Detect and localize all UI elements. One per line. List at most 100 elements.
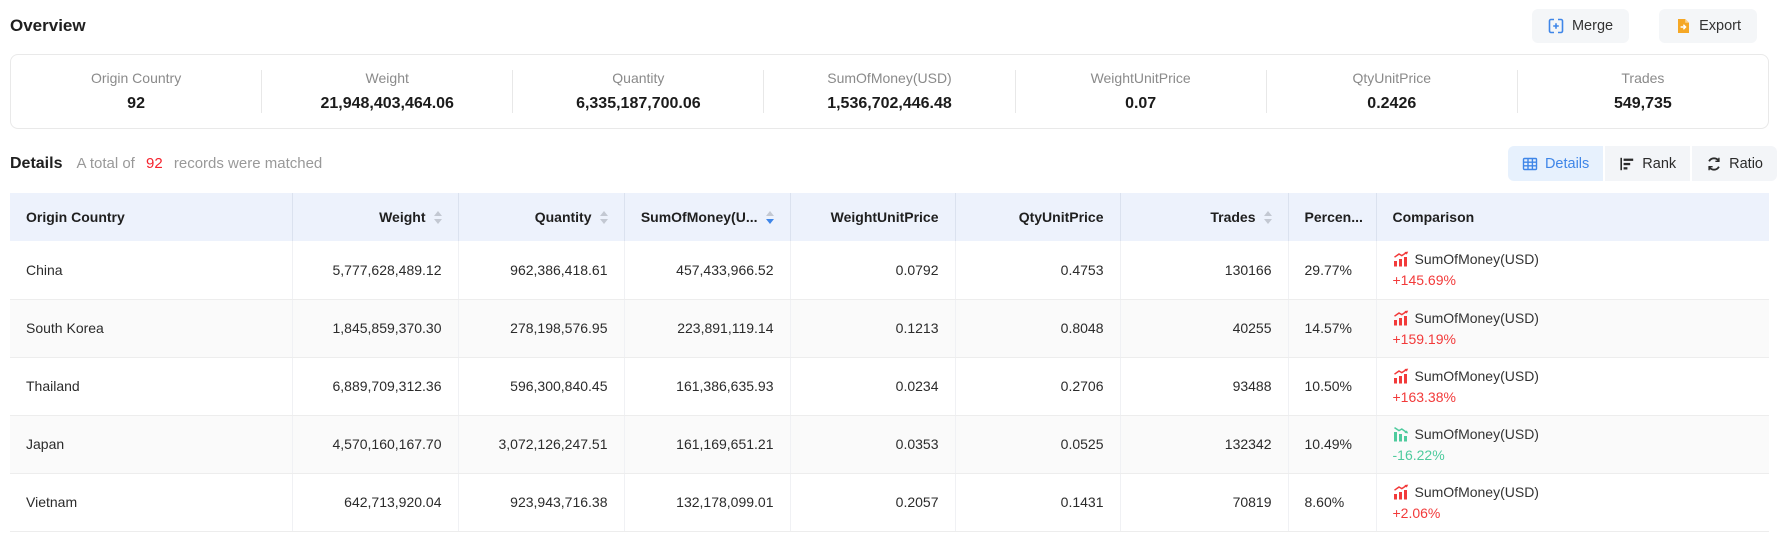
column-header[interactable]: Weight (292, 193, 458, 241)
sort-icon[interactable] (1264, 211, 1272, 224)
stat-value: 21,948,403,464.06 (262, 95, 512, 113)
cell-origin-country: South Korea (10, 299, 292, 357)
table-icon (1522, 156, 1538, 172)
cell-trades: 130166 (1120, 241, 1288, 299)
stat-value: 549,735 (1518, 95, 1768, 113)
sort-icon[interactable] (766, 211, 774, 224)
topbar-actions: Merge Export (1532, 9, 1757, 43)
top-bar: Overview Merge Export (0, 0, 1779, 47)
cell-weight: 6,889,709,312.36 (292, 357, 458, 415)
table-row[interactable]: China 5,777,628,489.12 962,386,418.61 45… (10, 241, 1769, 299)
overview-stats-panel: Origin Country 92 Weight 21,948,403,464.… (10, 54, 1769, 129)
cell-weight-unit-price: 0.2057 (790, 473, 955, 531)
cell-percentage: 10.49% (1288, 415, 1376, 473)
cell-qty-unit-price: 0.4753 (955, 241, 1120, 299)
cell-sum-of-money: 132,178,099.01 (624, 473, 790, 531)
comparison-metric: SumOfMoney(USD) (1415, 484, 1539, 500)
column-header[interactable]: SumOfMoney(U... (624, 193, 790, 241)
cell-sum-of-money: 223,891,119.14 (624, 299, 790, 357)
column-header[interactable]: Trades (1120, 193, 1288, 241)
column-header-label: Weight (379, 209, 425, 225)
cell-trades: 132342 (1120, 415, 1288, 473)
comparison-metric: SumOfMoney(USD) (1415, 310, 1539, 326)
records-summary: A total of 92 records were matched (76, 155, 322, 172)
column-header-label: Comparison (1393, 209, 1475, 225)
table-header-row: Origin Country Weight Quantity SumOfMone… (10, 193, 1769, 241)
ratio-icon (1706, 156, 1722, 172)
column-header: Origin Country (10, 193, 292, 241)
trend-up-chart-icon (1393, 310, 1409, 326)
cell-sum-of-money: 161,169,651.21 (624, 415, 790, 473)
details-title: Details (10, 155, 62, 173)
cell-trades: 93488 (1120, 357, 1288, 415)
tab-rank[interactable]: Rank (1605, 146, 1690, 181)
cell-trades: 40255 (1120, 299, 1288, 357)
comparison-change: +163.38% (1393, 389, 1754, 405)
sort-icon[interactable] (434, 211, 442, 224)
records-summary-suffix: records were matched (174, 155, 322, 172)
cell-weight: 5,777,628,489.12 (292, 241, 458, 299)
cell-quantity: 923,943,716.38 (458, 473, 624, 531)
column-header-label: Origin Country (26, 209, 125, 225)
overview-stat: Weight 21,948,403,464.06 (261, 70, 512, 113)
export-file-icon (1675, 18, 1691, 34)
cell-comparison: SumOfMoney(USD) +159.19% (1376, 299, 1769, 357)
cell-weight-unit-price: 0.0234 (790, 357, 955, 415)
sort-icon[interactable] (600, 211, 608, 224)
cell-percentage: 14.57% (1288, 299, 1376, 357)
column-header-label: Trades (1210, 209, 1255, 225)
comparison-metric: SumOfMoney(USD) (1415, 426, 1539, 442)
cell-sum-of-money: 161,386,635.93 (624, 357, 790, 415)
overview-stat: WeightUnitPrice 0.07 (1015, 70, 1266, 113)
export-button[interactable]: Export (1659, 9, 1757, 43)
column-header: Percen... (1288, 193, 1376, 241)
records-count: 92 (146, 155, 163, 172)
column-header: WeightUnitPrice (790, 193, 955, 241)
cell-weight: 4,570,160,167.70 (292, 415, 458, 473)
cell-origin-country: Japan (10, 415, 292, 473)
trend-down-chart-icon (1393, 426, 1409, 442)
cell-weight-unit-price: 0.0353 (790, 415, 955, 473)
cell-percentage: 8.60% (1288, 473, 1376, 531)
overview-stat: QtyUnitPrice 0.2426 (1266, 70, 1517, 113)
cell-percentage: 10.50% (1288, 357, 1376, 415)
cell-qty-unit-price: 0.0525 (955, 415, 1120, 473)
stat-value: 1,536,702,446.48 (764, 95, 1014, 113)
cell-origin-country: China (10, 241, 292, 299)
details-bar: Details A total of 92 records were match… (10, 146, 1777, 181)
tab-ratio[interactable]: Ratio (1692, 146, 1777, 181)
cell-comparison: SumOfMoney(USD) +163.38% (1376, 357, 1769, 415)
cell-sum-of-money: 457,433,966.52 (624, 241, 790, 299)
merge-button-label: Merge (1572, 18, 1613, 34)
table-row[interactable]: Vietnam 642,713,920.04 923,943,716.38 13… (10, 473, 1769, 531)
cell-quantity: 3,072,126,247.51 (458, 415, 624, 473)
stat-value: 6,335,187,700.06 (513, 95, 763, 113)
cell-origin-country: Vietnam (10, 473, 292, 531)
table-row[interactable]: Japan 4,570,160,167.70 3,072,126,247.51 … (10, 415, 1769, 473)
column-header-label: Quantity (535, 209, 592, 225)
column-header[interactable]: Quantity (458, 193, 624, 241)
stat-label: Quantity (513, 70, 763, 86)
rank-icon (1619, 156, 1635, 172)
records-summary-prefix: A total of (76, 155, 134, 172)
cell-comparison: SumOfMoney(USD) +145.69% (1376, 241, 1769, 299)
cell-quantity: 596,300,840.45 (458, 357, 624, 415)
cell-percentage: 29.77% (1288, 241, 1376, 299)
column-header: Comparison (1376, 193, 1769, 241)
cell-comparison: SumOfMoney(USD) -16.22% (1376, 415, 1769, 473)
tab-ratio-label: Ratio (1729, 156, 1763, 172)
stat-label: WeightUnitPrice (1016, 70, 1266, 86)
overview-stat: Trades 549,735 (1517, 70, 1768, 113)
comparison-change: +2.06% (1393, 505, 1754, 521)
table-row[interactable]: South Korea 1,845,859,370.30 278,198,576… (10, 299, 1769, 357)
table-row[interactable]: Thailand 6,889,709,312.36 596,300,840.45… (10, 357, 1769, 415)
merge-cells-icon (1548, 18, 1564, 34)
stat-label: SumOfMoney(USD) (764, 70, 1014, 86)
tab-details[interactable]: Details (1508, 146, 1603, 181)
merge-button[interactable]: Merge (1532, 9, 1629, 43)
trend-up-chart-icon (1393, 251, 1409, 267)
stat-label: Origin Country (11, 70, 261, 86)
cell-quantity: 278,198,576.95 (458, 299, 624, 357)
view-switcher: Details Rank Rat (1508, 146, 1777, 181)
cell-trades: 70819 (1120, 473, 1288, 531)
